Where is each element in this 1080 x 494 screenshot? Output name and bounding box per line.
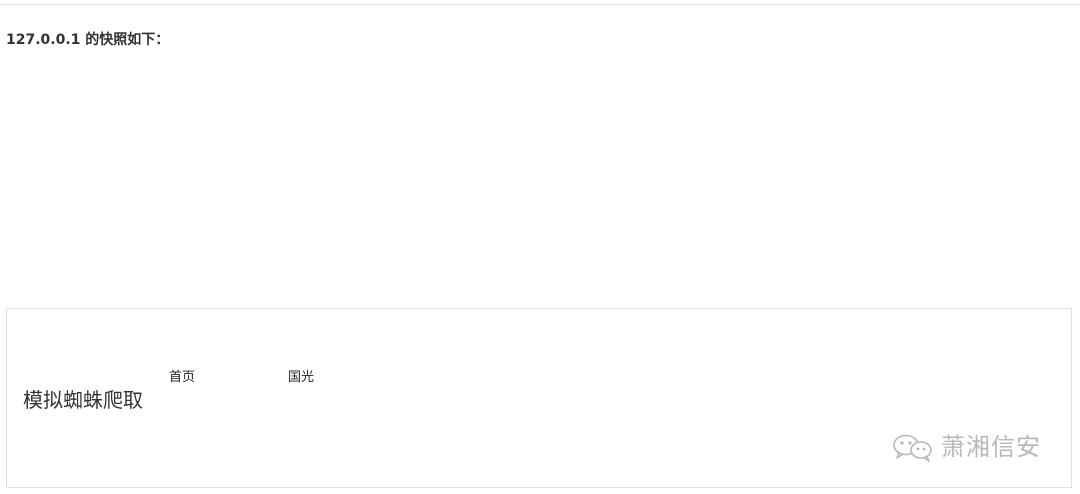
snapshot-preview: 模拟蜘蛛爬取 首页 国光 萧湘信安	[6, 308, 1072, 488]
watermark: 萧湘信安	[891, 425, 1041, 469]
nav-link-guoguang[interactable]: 国光	[288, 369, 314, 387]
site-title: 模拟蜘蛛爬取	[23, 388, 143, 412]
wechat-icon	[891, 432, 937, 462]
nav-link-home[interactable]: 首页	[169, 369, 195, 387]
top-divider	[0, 4, 1080, 5]
snapshot-heading: 127.0.0.1 的快照如下：	[6, 32, 170, 48]
watermark-text: 萧湘信安	[941, 433, 1041, 461]
